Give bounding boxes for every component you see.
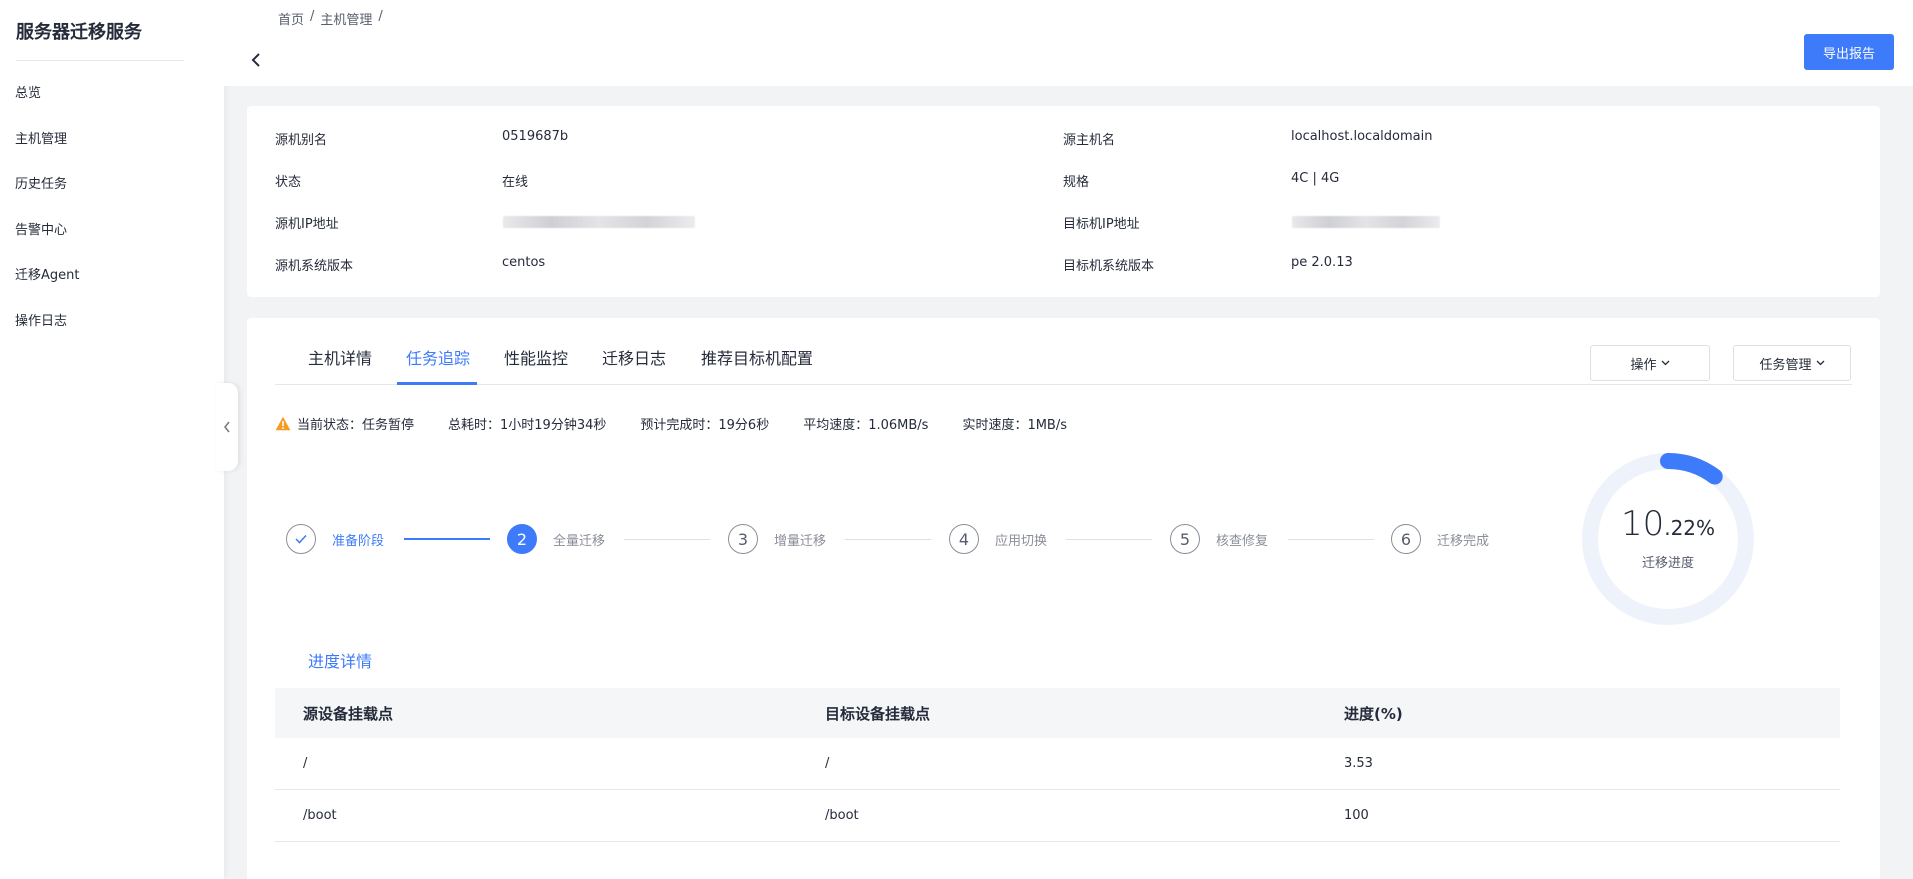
cell-target-mount: /boot <box>825 808 859 823</box>
step-label: 增量迁移 <box>774 533 827 549</box>
step-label: 准备阶段 <box>332 533 385 549</box>
breadcrumb-home[interactable]: 首页 <box>278 9 304 28</box>
tab-task-tracking[interactable]: 任务追踪 <box>406 345 470 369</box>
source-ip-label: 源机IP地址 <box>275 217 339 232</box>
sidebar-divider <box>16 60 184 61</box>
sidebar: 服务器迁移服务 总览 主机管理 历史任务 告警中心 迁移Agent 操作日志 <box>0 0 224 879</box>
step-verify-repair: 5 核查修复 <box>1170 524 1268 554</box>
tab-progress-details[interactable]: 进度详情 <box>308 648 372 672</box>
source-os-value: centos <box>502 255 546 270</box>
page-header: 首页 / 主机管理 / 导出报告 <box>224 0 1913 86</box>
target-os-value: pe 2.0.13 <box>1291 255 1353 270</box>
chevron-left-icon <box>251 53 260 67</box>
operate-dropdown-label: 操作 <box>1630 357 1657 373</box>
step-connector-done <box>404 538 490 540</box>
source-alias-label: 源机别名 <box>275 133 328 148</box>
step-number: 5 <box>1170 524 1200 554</box>
chevron-down-icon <box>1816 360 1824 366</box>
source-host-label: 源主机名 <box>1063 133 1116 148</box>
sidebar-collapse-handle[interactable] <box>216 383 238 471</box>
average-speed: 平均速度：1.06MB/s <box>803 418 929 433</box>
cell-progress: 3.53 <box>1344 756 1373 771</box>
cell-target-mount: / <box>825 756 830 771</box>
task-tracking-card: 主机详情 任务追踪 性能监控 迁移日志 推荐目标机配置 操作 任务管理 当前状态… <box>247 318 1880 879</box>
source-os-label: 源机系统版本 <box>275 259 354 274</box>
target-ip-redacted <box>1292 216 1440 228</box>
step-check-icon <box>286 524 316 554</box>
table-header-row: 源设备挂载点 目标设备挂载点 进度(%) <box>275 688 1840 738</box>
target-ip-label: 目标机IP地址 <box>1063 217 1140 232</box>
spec-value: 4C | 4G <box>1291 171 1340 186</box>
cell-source-mount: /boot <box>303 808 337 823</box>
table-row: / / 3.53 <box>275 738 1840 790</box>
realtime-speed: 实时速度：1MB/s <box>962 418 1067 433</box>
step-connector <box>1066 539 1152 540</box>
sidebar-item-overview[interactable]: 总览 <box>15 82 41 101</box>
current-status: 当前状态：任务暂停 <box>297 418 415 433</box>
column-header-target-mount: 目标设备挂载点 <box>825 704 931 723</box>
app-title: 服务器迁移服务 <box>16 22 142 43</box>
breadcrumb-host-management[interactable]: 主机管理 <box>320 9 372 28</box>
step-incremental-migration: 3 增量迁移 <box>728 524 826 554</box>
step-connector <box>1288 539 1374 540</box>
chevron-down-icon <box>1661 360 1669 366</box>
task-status-bar: 当前状态：任务暂停 总耗时：1小时19分钟34秒 预计完成时：19分6秒 平均速… <box>275 414 1067 433</box>
task-manage-dropdown-label: 任务管理 <box>1759 357 1812 373</box>
step-label: 迁移完成 <box>1437 533 1490 549</box>
tab-migration-log[interactable]: 迁移日志 <box>602 345 666 369</box>
tab-performance-monitoring[interactable]: 性能监控 <box>504 345 568 369</box>
cell-source-mount: / <box>303 756 308 771</box>
migration-progress-ring: 10.22% 迁移进度 <box>1581 452 1755 626</box>
status-value: 在线 <box>502 175 529 190</box>
breadcrumb-separator: / <box>378 9 383 24</box>
step-full-migration: 2 全量迁移 <box>507 524 605 554</box>
host-info-card: 源机别名 0519687b 源主机名 localhost.localdomain… <box>247 106 1880 297</box>
breadcrumb: 首页 / 主机管理 / <box>278 9 383 28</box>
step-label: 全量迁移 <box>553 533 606 549</box>
operate-dropdown[interactable]: 操作 <box>1590 345 1710 381</box>
target-os-label: 目标机系统版本 <box>1063 259 1155 274</box>
progress-percent-dec: .22% <box>1664 516 1716 540</box>
sidebar-item-history-tasks[interactable]: 历史任务 <box>15 173 67 192</box>
step-number: 3 <box>728 524 758 554</box>
breadcrumb-separator: / <box>310 9 315 24</box>
eta: 预计完成时：19分6秒 <box>640 418 770 433</box>
tab-host-details[interactable]: 主机详情 <box>308 345 372 369</box>
task-manage-dropdown[interactable]: 任务管理 <box>1733 345 1851 381</box>
source-host-value: localhost.localdomain <box>1291 129 1433 144</box>
progress-table: 源设备挂载点 目标设备挂载点 进度(%) / / 3.53 /boot /boo… <box>275 688 1840 842</box>
progress-label: 迁移进度 <box>1641 556 1694 571</box>
source-alias-value: 0519687b <box>502 129 569 144</box>
sidebar-item-operation-log[interactable]: 操作日志 <box>15 310 67 329</box>
back-button[interactable] <box>251 52 261 71</box>
cell-progress: 100 <box>1344 808 1369 823</box>
step-number: 4 <box>949 524 979 554</box>
chevron-left-icon <box>224 421 230 433</box>
tabs-divider <box>275 384 1852 385</box>
sidebar-item-migration-agent[interactable]: 迁移Agent <box>15 264 79 283</box>
tab-recommended-target-config[interactable]: 推荐目标机配置 <box>701 345 813 369</box>
warning-icon <box>275 416 291 431</box>
spec-label: 规格 <box>1063 175 1090 190</box>
table-row: /boot /boot 100 <box>275 790 1840 842</box>
step-label: 核查修复 <box>1216 533 1269 549</box>
step-label: 应用切换 <box>995 533 1048 549</box>
total-time: 总耗时：1小时19分钟34秒 <box>448 418 607 433</box>
status-label: 状态 <box>275 175 302 190</box>
step-connector <box>845 539 931 540</box>
sidebar-item-alert-center[interactable]: 告警中心 <box>15 219 67 238</box>
step-number: 6 <box>1391 524 1421 554</box>
step-prepare: 准备阶段 <box>286 524 384 554</box>
active-tab-indicator <box>397 382 477 385</box>
column-header-progress: 进度(%) <box>1344 704 1403 723</box>
step-migration-complete: 6 迁移完成 <box>1391 524 1489 554</box>
step-connector <box>624 539 710 540</box>
step-app-switch: 4 应用切换 <box>949 524 1047 554</box>
progress-percent-int: 10 <box>1620 504 1665 544</box>
sidebar-item-host-management[interactable]: 主机管理 <box>15 128 67 147</box>
step-number: 2 <box>507 524 537 554</box>
column-header-source-mount: 源设备挂载点 <box>303 704 394 723</box>
source-ip-redacted <box>503 216 695 228</box>
export-report-button[interactable]: 导出报告 <box>1804 34 1894 70</box>
